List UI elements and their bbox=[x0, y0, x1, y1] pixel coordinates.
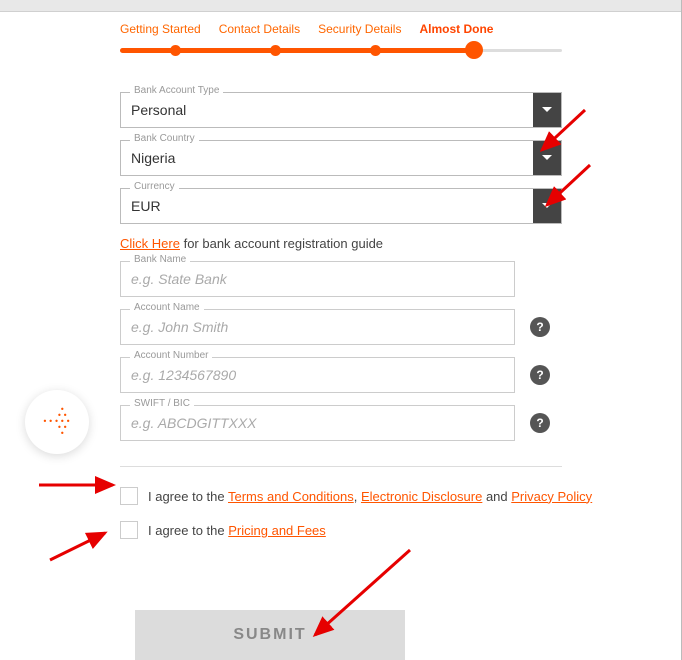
progress-labels: Getting Started Contact Details Security… bbox=[120, 22, 562, 36]
pricing-text: I agree to the Pricing and Fees bbox=[148, 523, 326, 538]
step-almost-done[interactable]: Almost Done bbox=[419, 22, 493, 36]
field-bank-account-type: Bank Account Type Personal bbox=[120, 92, 562, 128]
terms-agreement-row: I agree to the Terms and Conditions, Ele… bbox=[0, 487, 682, 521]
field-bank-name: Bank Name bbox=[120, 261, 562, 297]
dots-arrow-icon: • ••••••• •• • bbox=[42, 407, 71, 437]
field-currency: Currency EUR bbox=[120, 188, 562, 224]
bank-guide-link[interactable]: Click Here bbox=[120, 236, 180, 251]
help-icon[interactable]: ? bbox=[530, 317, 550, 337]
pricing-agreement-row: I agree to the Pricing and Fees bbox=[0, 521, 682, 555]
input-account-name[interactable] bbox=[121, 310, 514, 344]
pricing-checkbox[interactable] bbox=[120, 521, 138, 539]
help-icon[interactable]: ? bbox=[530, 413, 550, 433]
step-security-details[interactable]: Security Details bbox=[318, 22, 401, 36]
terms-text: I agree to the Terms and Conditions, Ele… bbox=[148, 489, 592, 504]
bank-guide-link-row: Click Here for bank account registration… bbox=[120, 236, 562, 251]
disclosure-link[interactable]: Electronic Disclosure bbox=[361, 489, 482, 504]
input-swift-bic[interactable] bbox=[121, 406, 514, 440]
input-bank-name[interactable] bbox=[121, 262, 514, 296]
legend-currency: Currency bbox=[130, 181, 179, 192]
field-bank-country: Bank Country Nigeria bbox=[120, 140, 562, 176]
step-getting-started[interactable]: Getting Started bbox=[120, 22, 201, 36]
legend-account-number: Account Number bbox=[130, 350, 212, 361]
select-value: EUR bbox=[121, 189, 533, 223]
select-currency[interactable]: EUR bbox=[120, 188, 562, 224]
select-value: Nigeria bbox=[121, 141, 533, 175]
step-contact-details[interactable]: Contact Details bbox=[219, 22, 300, 36]
chevron-down-icon bbox=[533, 93, 561, 127]
floating-widget-button[interactable]: • ••••••• •• • bbox=[25, 390, 89, 454]
legend-bank-account-type: Bank Account Type bbox=[130, 85, 223, 96]
field-account-number: Account Number ? bbox=[120, 357, 515, 393]
page-content: Getting Started Contact Details Security… bbox=[0, 12, 682, 660]
bank-guide-text: for bank account registration guide bbox=[180, 236, 383, 251]
field-account-name: Account Name ? bbox=[120, 309, 515, 345]
progress-bar bbox=[120, 42, 562, 62]
legend-bank-name: Bank Name bbox=[130, 254, 190, 265]
divider bbox=[120, 466, 562, 467]
progress-container: Getting Started Contact Details Security… bbox=[0, 22, 682, 62]
browser-topbar bbox=[0, 0, 682, 12]
submit-button[interactable]: SUBMIT bbox=[135, 610, 405, 660]
terms-link[interactable]: Terms and Conditions bbox=[228, 489, 354, 504]
select-bank-country[interactable]: Nigeria bbox=[120, 140, 562, 176]
field-swift-bic: SWIFT / BIC ? bbox=[120, 405, 515, 441]
terms-checkbox[interactable] bbox=[120, 487, 138, 505]
form-area: Bank Account Type Personal Bank Country … bbox=[0, 62, 682, 441]
privacy-link[interactable]: Privacy Policy bbox=[511, 489, 592, 504]
legend-bank-country: Bank Country bbox=[130, 133, 199, 144]
chevron-down-icon bbox=[533, 189, 561, 223]
input-account-number[interactable] bbox=[121, 358, 514, 392]
pricing-link[interactable]: Pricing and Fees bbox=[228, 523, 326, 538]
select-bank-account-type[interactable]: Personal bbox=[120, 92, 562, 128]
chevron-down-icon bbox=[533, 141, 561, 175]
legend-account-name: Account Name bbox=[130, 302, 204, 313]
help-icon[interactable]: ? bbox=[530, 365, 550, 385]
legend-swift-bic: SWIFT / BIC bbox=[130, 398, 194, 409]
select-value: Personal bbox=[121, 93, 533, 127]
